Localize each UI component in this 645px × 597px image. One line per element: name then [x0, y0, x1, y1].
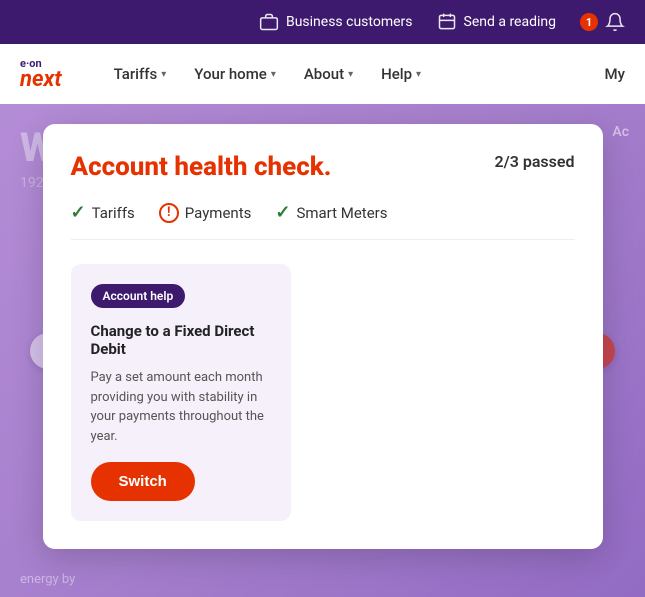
smart-meters-pass-icon: ✓ [275, 202, 290, 223]
tariffs-check-label: Tariffs [92, 204, 135, 222]
nav-items: Tariffs ▾ Your home ▾ About ▾ Help ▾ [102, 57, 605, 91]
send-reading-link[interactable]: Send a reading [437, 12, 556, 32]
about-chevron-icon: ▾ [348, 69, 353, 80]
payments-warn-icon: ! [159, 203, 179, 223]
modal-header: Account health check. 2/3 passed [71, 152, 575, 182]
your-home-label: Your home [194, 65, 267, 83]
payments-check-label: Payments [185, 204, 252, 222]
nav-bar: e·on next Tariffs ▾ Your home ▾ About ▾ … [0, 44, 645, 104]
eon-next-logo[interactable]: e·on next [20, 58, 62, 91]
smart-meters-check-label: Smart Meters [296, 204, 387, 222]
tariffs-chevron-icon: ▾ [161, 69, 166, 80]
notification-bell[interactable]: 1 [580, 12, 625, 32]
top-bar: Business customers Send a reading 1 [0, 0, 645, 44]
my-label: My [605, 65, 625, 83]
nav-tariffs[interactable]: Tariffs ▾ [102, 57, 179, 91]
modal-overlay: Account health check. 2/3 passed ✓ Tarif… [0, 104, 645, 597]
check-tariffs: ✓ Tariffs [71, 202, 135, 223]
logo-next-text: next [20, 69, 62, 91]
tariffs-label: Tariffs [114, 65, 158, 83]
help-card: Account help Change to a Fixed Direct De… [71, 264, 291, 521]
help-badge: Account help [91, 284, 186, 308]
nav-about[interactable]: About ▾ [292, 57, 365, 91]
your-home-chevron-icon: ▾ [271, 69, 276, 80]
check-smart-meters: ✓ Smart Meters [275, 202, 387, 223]
business-customers-label: Business customers [286, 14, 413, 30]
nav-your-home[interactable]: Your home ▾ [182, 57, 288, 91]
tariffs-pass-icon: ✓ [71, 202, 86, 223]
card-area: Account help Change to a Fixed Direct De… [71, 264, 575, 521]
modal-score: 2/3 passed [494, 152, 574, 171]
business-customers-link[interactable]: Business customers [259, 12, 413, 32]
checks-row: ✓ Tariffs ! Payments ✓ Smart Meters [71, 202, 575, 240]
modal-title: Account health check. [71, 152, 332, 182]
about-label: About [304, 65, 344, 83]
nav-my[interactable]: My [605, 65, 625, 83]
switch-button[interactable]: Switch [91, 462, 195, 501]
account-health-modal: Account health check. 2/3 passed ✓ Tarif… [43, 124, 603, 549]
help-card-title: Change to a Fixed Direct Debit [91, 322, 271, 358]
help-chevron-icon: ▾ [416, 69, 421, 80]
help-label: Help [381, 65, 412, 83]
help-card-body: Pay a set amount each month providing yo… [91, 368, 271, 446]
check-payments: ! Payments [159, 203, 252, 223]
send-reading-label: Send a reading [464, 14, 556, 30]
notification-count: 1 [580, 13, 598, 31]
nav-help[interactable]: Help ▾ [369, 57, 433, 91]
